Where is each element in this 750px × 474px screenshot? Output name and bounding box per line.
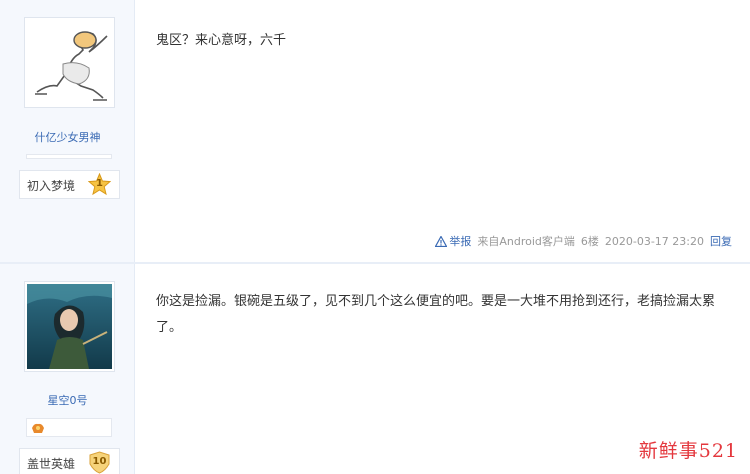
post-meta: 举报 来自Android客户端 6楼 2020-03-17 23:20 回复: [435, 233, 732, 249]
level-star-icon: 1: [87, 172, 112, 196]
warning-icon: [435, 235, 448, 247]
level-number: 10: [92, 456, 107, 467]
user-sidebar: 星空0号 盖世英雄 10: [0, 264, 135, 474]
level-star-icon: 10: [88, 451, 111, 474]
reply-button[interactable]: 回复: [710, 233, 732, 249]
report-button[interactable]: 举报: [435, 233, 471, 249]
avatar[interactable]: [24, 17, 115, 108]
level-badge[interactable]: 盖世英雄 10: [19, 448, 120, 474]
avatar[interactable]: [24, 281, 115, 372]
post-content: 你这是捡漏。银碗是五级了，见不到几个这么便宜的吧。要是一大堆不用抢到还行，老搞捡…: [156, 294, 716, 335]
username-link[interactable]: 星空0号: [0, 392, 135, 408]
watermark: 新鲜事521: [638, 440, 738, 462]
avatar-image: [27, 284, 112, 369]
level-badge[interactable]: 初入梦境 1: [19, 170, 120, 199]
level-number: 1: [96, 178, 103, 189]
level-name: 盖世英雄: [27, 457, 76, 471]
post-floor-7: 星空0号 盖世英雄 10 你这是捡漏。银碗是五级了，见不到几个这么便宜的吧。要是…: [0, 264, 750, 474]
floor-number: 6楼: [580, 235, 599, 248]
post-content: 鬼区？来心意呀，六千: [156, 33, 287, 48]
user-sidebar: 什亿少女男神 初入梦境 1: [0, 0, 135, 262]
profile-divider: [26, 154, 112, 159]
level-name: 初入梦境: [27, 179, 76, 193]
medal-slot: [26, 418, 112, 437]
medal-icon: [32, 423, 44, 433]
username-link[interactable]: 什亿少女男神: [0, 129, 135, 145]
report-label: 举报: [449, 235, 472, 248]
post-floor-6: 什亿少女男神 初入梦境 1 鬼区？来心意呀，六千 举报 来自Android客户端…: [0, 0, 750, 262]
post-timestamp: 2020-03-17 23:20: [604, 234, 704, 248]
post-source: 来自Android客户端: [477, 235, 575, 248]
avatar-image: [27, 20, 112, 105]
